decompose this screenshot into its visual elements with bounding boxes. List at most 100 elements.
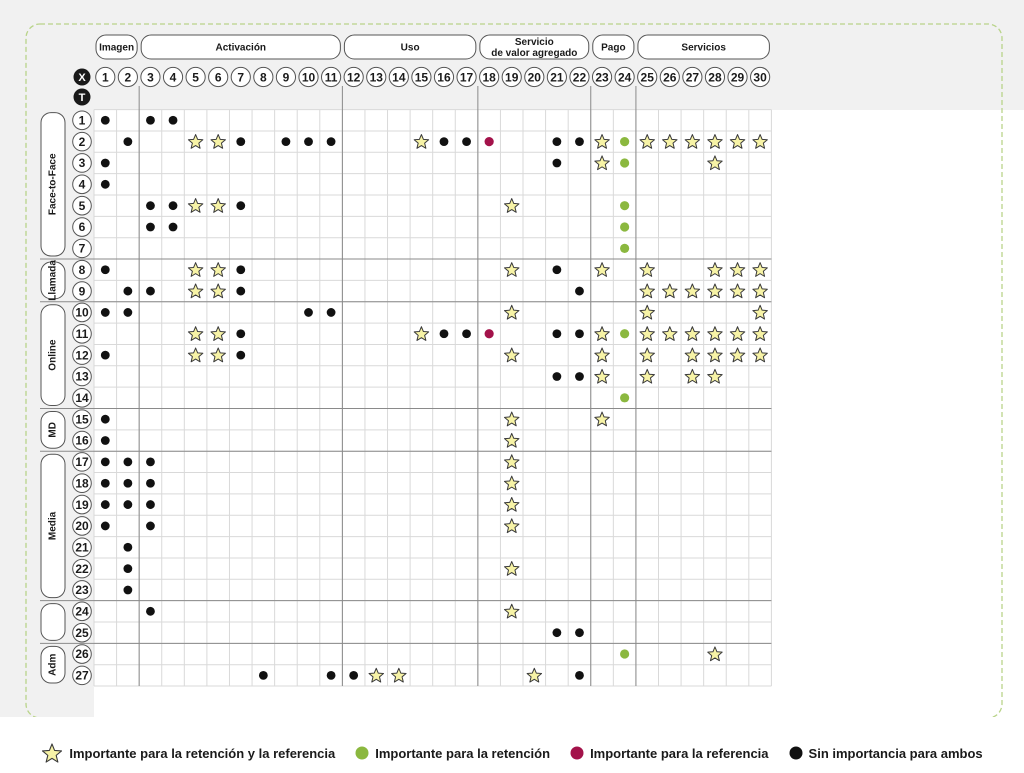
black-dot <box>552 265 562 275</box>
star-marker <box>504 411 520 427</box>
row-number-label: 1 <box>79 113 86 127</box>
row-number: 16 <box>72 430 92 451</box>
red-dot-icon <box>570 746 584 760</box>
black-dot <box>146 478 155 488</box>
column-number: 10 <box>298 66 319 88</box>
black-dot <box>575 628 584 638</box>
green-dot <box>620 393 630 403</box>
column-number: 14 <box>388 66 409 88</box>
star-marker <box>729 134 746 149</box>
black-dot <box>100 478 110 488</box>
row-number-label: 10 <box>75 306 89 320</box>
column-number: 16 <box>433 66 455 88</box>
row-number-label: 16 <box>75 434 89 448</box>
star-marker <box>504 432 520 448</box>
star-marker <box>752 262 768 277</box>
column-number-label: 1 <box>102 70 109 84</box>
black-dot <box>439 329 449 339</box>
black-dot <box>146 606 155 616</box>
green-dot <box>620 243 630 253</box>
star-marker <box>594 347 610 363</box>
column-number: 19 <box>501 66 522 88</box>
column-number: 29 <box>727 66 748 88</box>
column-number: 11 <box>320 66 342 88</box>
category-header: Pago <box>592 34 635 60</box>
star-marker <box>504 561 520 576</box>
legend-item-dot: Sin importancia para ambos <box>789 746 983 761</box>
legend-item-red: Importante para la referencia <box>570 746 769 761</box>
row-number: 25 <box>72 622 92 643</box>
star-marker <box>639 368 655 384</box>
row-number: 19 <box>72 494 92 515</box>
row-number-label: 20 <box>75 519 89 533</box>
red-dot <box>484 329 494 339</box>
grid <box>40 86 772 687</box>
column-number-label: 23 <box>595 70 609 84</box>
cell-markers <box>100 115 768 683</box>
star-marker <box>210 198 226 213</box>
column-number: 24 <box>614 66 635 88</box>
black-dot <box>146 286 155 296</box>
black-dot <box>100 500 110 509</box>
row-number-label: 22 <box>75 562 89 576</box>
axis-x-letter: X <box>78 72 86 84</box>
black-dot <box>100 158 110 168</box>
star-marker <box>684 134 701 149</box>
red-dot <box>484 137 494 147</box>
column-number-label: 21 <box>550 70 564 84</box>
row-group-label: MD <box>48 422 59 438</box>
star-marker <box>210 326 226 341</box>
row-number-label: 6 <box>79 220 86 234</box>
row-number: 14 <box>72 388 92 408</box>
column-number-label: 22 <box>573 70 587 84</box>
black-dot <box>100 350 110 360</box>
black-dot <box>258 670 268 680</box>
black-dot <box>123 457 133 467</box>
category-label: Servicios <box>681 43 726 54</box>
column-number: 28 <box>704 66 726 88</box>
star-marker <box>594 134 610 149</box>
star-marker <box>504 603 520 619</box>
column-number-label: 7 <box>237 70 244 84</box>
column-number-label: 11 <box>325 70 338 84</box>
star-marker <box>526 667 543 683</box>
row-group-label: Face-to-Face <box>48 153 59 215</box>
black-dot <box>281 137 291 147</box>
black-dot <box>439 137 449 147</box>
column-number: 8 <box>253 66 274 88</box>
black-dot <box>100 179 110 189</box>
star-marker <box>707 368 723 384</box>
row-number: 13 <box>72 366 92 387</box>
row-number-label: 21 <box>75 540 89 554</box>
black-dot <box>100 265 110 275</box>
star-marker <box>752 326 768 341</box>
black-dot <box>575 670 584 680</box>
star-marker <box>594 155 610 171</box>
star-marker <box>187 134 204 149</box>
black-dot <box>304 137 313 147</box>
star-marker <box>639 304 655 320</box>
row-group-label: Adm <box>48 653 59 675</box>
category-header: Uso <box>343 34 477 60</box>
row-number-label: 7 <box>79 242 86 256</box>
black-dot <box>123 500 133 509</box>
row-number: 1 <box>72 110 92 131</box>
star-marker <box>413 134 430 149</box>
axis-t-badge: T <box>73 88 91 106</box>
category-header: Servicio de valor agregado <box>479 34 590 60</box>
black-dot <box>236 201 246 211</box>
column-number: 25 <box>637 66 658 88</box>
row-number-label: 24 <box>75 605 89 619</box>
column-number: 3 <box>140 66 161 88</box>
black-dot <box>168 115 178 125</box>
row-number-label: 23 <box>75 583 89 597</box>
star-marker <box>504 518 520 534</box>
row-number: 8 <box>72 259 92 280</box>
black-dot <box>236 329 246 339</box>
column-number-label: 6 <box>215 70 222 84</box>
star-marker <box>368 667 384 683</box>
column-number-label: 13 <box>370 70 384 84</box>
black-dot <box>168 222 178 232</box>
star-marker <box>707 347 723 363</box>
star-marker <box>662 283 678 299</box>
